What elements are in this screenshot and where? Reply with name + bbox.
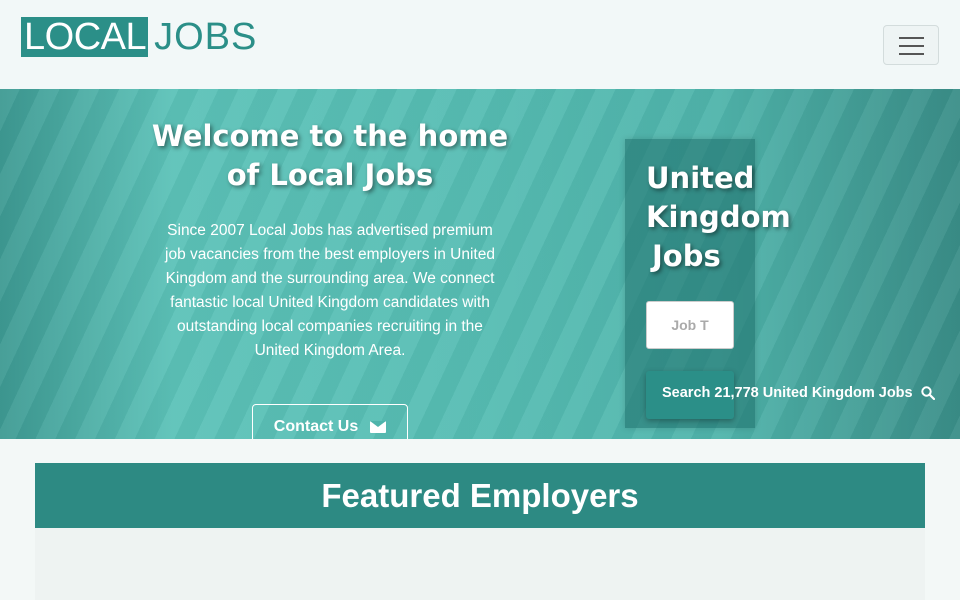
- featured-employers-heading: Featured Employers: [321, 476, 639, 514]
- hamburger-icon-bar: [899, 53, 924, 55]
- logo-local-text: LOCAL: [21, 17, 149, 57]
- navbar: LOCAL JOBS: [0, 0, 960, 89]
- envelope-icon: [370, 421, 387, 433]
- hamburger-icon-bar: [899, 45, 924, 47]
- featured-employers-content: [35, 528, 925, 600]
- search-panel-title: United Kingdom Jobs: [646, 159, 846, 276]
- search-title-line: Kingdom: [646, 200, 791, 234]
- site-logo[interactable]: LOCAL JOBS: [21, 17, 257, 57]
- hero-title: Welcome to the home of Local Jobs: [151, 119, 509, 192]
- featured-employers-header: Featured Employers: [35, 463, 925, 528]
- hamburger-icon: [899, 37, 924, 39]
- search-icon: [920, 386, 935, 400]
- search-title-line: Jobs: [652, 239, 721, 273]
- search-jobs-button[interactable]: Search 21,778 United Kingdom Jobs: [662, 385, 935, 401]
- job-title-input[interactable]: [646, 301, 734, 349]
- hero-section: Welcome to the home of Local Jobs Since …: [0, 89, 960, 439]
- logo-jobs-text: JOBS: [154, 16, 258, 58]
- search-title-line: United: [646, 161, 755, 195]
- contact-us-button[interactable]: Contact Us: [252, 404, 408, 439]
- hero-description: Since 2007 Local Jobs has advertised pre…: [165, 222, 495, 359]
- contact-us-label: Contact Us: [273, 418, 359, 435]
- search-jobs-label: Search 21,778 United Kingdom Jobs: [662, 385, 913, 401]
- menu-toggle-button[interactable]: [883, 25, 939, 65]
